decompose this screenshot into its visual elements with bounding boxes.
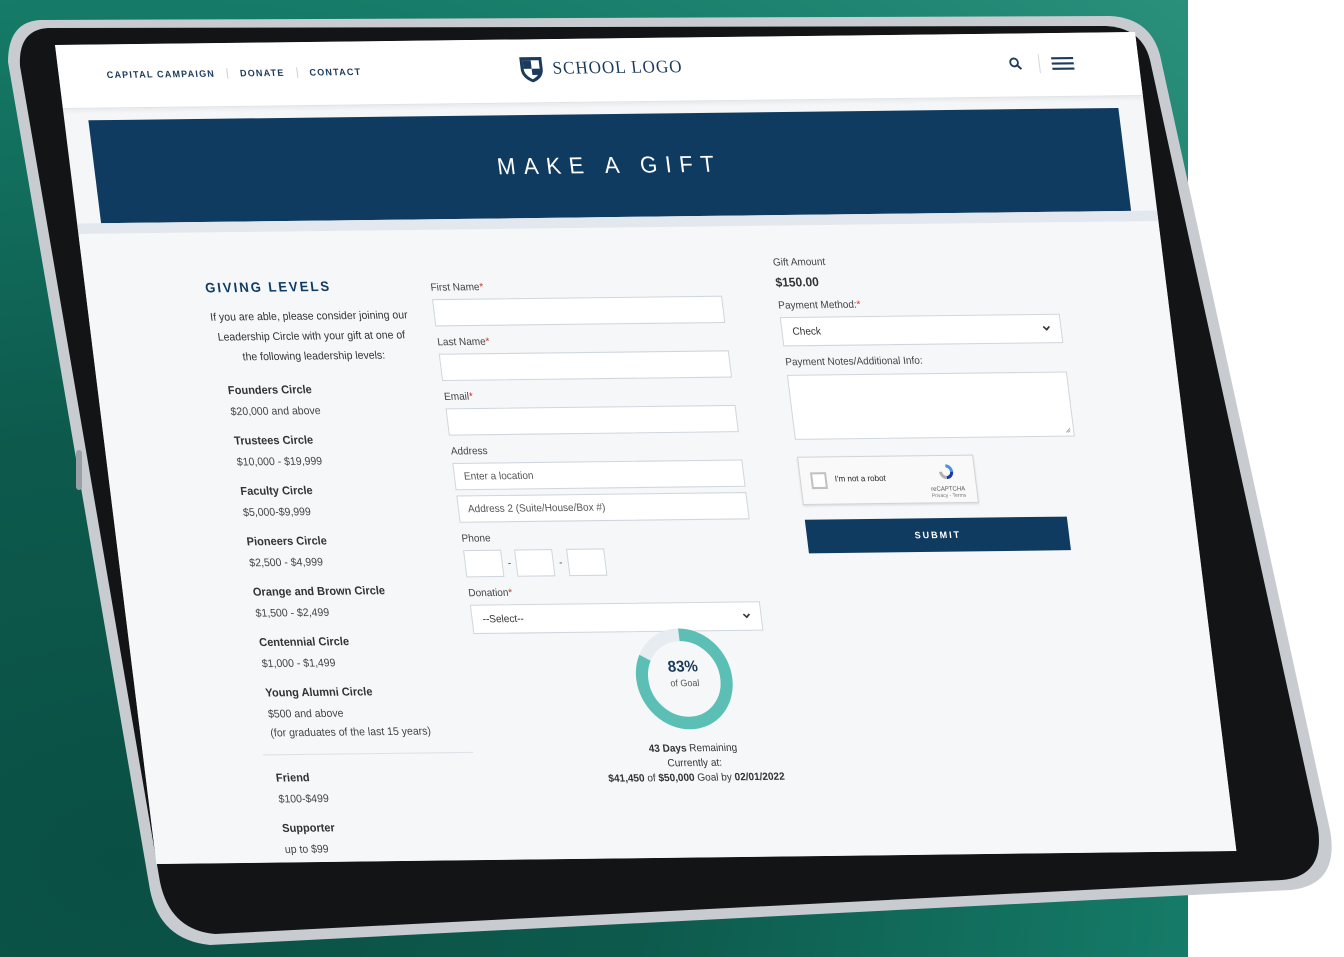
giving-level: Young Alumni Circle $500 and above (for … xyxy=(255,684,562,740)
recaptcha-links[interactable]: Privacy - Terms xyxy=(931,493,968,500)
top-navigation: CAPITAL CAMPAIGN DONATE CONTACT SCHOOL L… xyxy=(55,32,1143,110)
donut-center: 83% of Goal xyxy=(632,657,736,689)
payment-notes-label: Payment Notes/Additional Info: xyxy=(784,355,924,369)
nav-links: CAPITAL CAMPAIGN DONATE CONTACT xyxy=(106,66,374,81)
gift-amount-value: $150.00 xyxy=(774,274,820,290)
payment-section: Gift Amount $150.00 Payment Method:* Che… xyxy=(772,254,1089,554)
tablet-screen: CAPITAL CAMPAIGN DONATE CONTACT SCHOOL L… xyxy=(55,32,1237,865)
logo-text: SCHOOL LOGO xyxy=(551,56,684,78)
tablet-device: CAPITAL CAMPAIGN DONATE CONTACT SCHOOL L… xyxy=(0,0,1344,957)
donor-form: First Name* Last Name* Email* Address En… xyxy=(429,268,764,635)
phone-separator: - xyxy=(558,556,564,569)
chevron-down-icon xyxy=(742,613,751,619)
main-content: GIVING LEVELS If you are able, please co… xyxy=(78,221,1237,865)
giving-level-name: Friend xyxy=(275,771,311,785)
last-name-field[interactable] xyxy=(438,350,733,382)
payment-method-label: Payment Method:* xyxy=(777,299,862,312)
last-name-label: Last Name* xyxy=(436,336,491,349)
goal-progress: 83% of Goal 43 Days Remaining Currently … xyxy=(548,625,828,788)
phone-area-code-field[interactable] xyxy=(463,549,505,578)
giving-levels-intro: If you are able, please consider joining… xyxy=(209,308,409,364)
giving-level-range: $500 and above xyxy=(267,707,345,721)
school-logo[interactable]: SCHOOL LOGO xyxy=(517,52,684,83)
payment-method-value: Check xyxy=(791,325,822,338)
recaptcha-logo: reCAPTCHA Privacy - Terms xyxy=(927,462,968,499)
donation-label: Donation* xyxy=(467,587,514,600)
giving-level: Centennial Circle $1,000 - $1,499 xyxy=(248,633,552,671)
first-name-label: First Name* xyxy=(429,281,485,294)
giving-levels-divider xyxy=(263,751,474,756)
phone-label: Phone xyxy=(460,532,492,545)
giving-level: Supporter up to $99 xyxy=(271,819,575,856)
donation-select-value: --Select-- xyxy=(481,613,525,626)
goal-percent: 83% xyxy=(666,657,699,676)
recaptcha-label: I'm not a robot xyxy=(834,473,887,484)
nav-link-capital-campaign[interactable]: CAPITAL CAMPAIGN xyxy=(106,68,229,81)
giving-level-range: $1,000 - $1,499 xyxy=(261,656,337,671)
giving-level-note: (for graduates of the last 15 years) xyxy=(269,725,432,740)
goal-amounts: $41,450 of $50,000 Goal by 02/01/2022 xyxy=(607,771,786,785)
giving-level: Friend $100-$499 xyxy=(265,769,569,806)
page-title: MAKE A GIFT xyxy=(495,150,724,180)
phone-inputs: - - xyxy=(463,547,756,578)
email-field[interactable] xyxy=(445,404,739,436)
chevron-down-icon xyxy=(1042,325,1050,331)
email-label: Email* xyxy=(443,391,474,404)
first-name-field[interactable] xyxy=(431,295,726,327)
submit-button[interactable]: SUBMIT xyxy=(804,516,1071,554)
hero-banner: MAKE A GIFT xyxy=(88,107,1132,224)
address-field[interactable]: Enter a location xyxy=(452,459,746,491)
nav-link-contact[interactable]: CONTACT xyxy=(297,66,374,78)
recaptcha-icon xyxy=(939,464,954,480)
phone-separator: - xyxy=(507,557,512,570)
giving-level-name: Supporter xyxy=(281,821,336,836)
giving-level-range: $100-$499 xyxy=(277,792,330,806)
goal-donut-chart: 83% of Goal xyxy=(628,626,741,732)
giving-level-name: Young Alumni Circle xyxy=(264,685,374,700)
recaptcha-checkbox[interactable] xyxy=(809,472,829,490)
recaptcha-widget: I'm not a robot reCAPTCHA Privacy - Term… xyxy=(797,454,979,506)
shield-icon xyxy=(519,57,543,83)
hamburger-menu-icon[interactable] xyxy=(1037,53,1077,74)
gift-amount-label: Gift Amount xyxy=(772,256,826,269)
giving-level-range: up to $99 xyxy=(284,843,330,857)
phone-line-field[interactable] xyxy=(565,548,608,577)
payment-method-select[interactable]: Check xyxy=(779,313,1064,347)
goal-percent-caption: of Goal xyxy=(669,677,700,689)
payment-notes-textarea[interactable] xyxy=(786,371,1075,440)
nav-link-donate[interactable]: DONATE xyxy=(227,67,299,79)
giving-level-name: Centennial Circle xyxy=(258,635,350,650)
search-icon[interactable] xyxy=(1008,57,1024,72)
address2-field[interactable]: Address 2 (Suite/House/Box #) xyxy=(456,492,750,523)
resize-handle-icon[interactable] xyxy=(1065,427,1072,433)
address-label: Address xyxy=(450,445,489,458)
phone-prefix-field[interactable] xyxy=(514,549,556,577)
goal-summary: 43 Days Remaining Currently at: $41,450 … xyxy=(562,740,827,787)
